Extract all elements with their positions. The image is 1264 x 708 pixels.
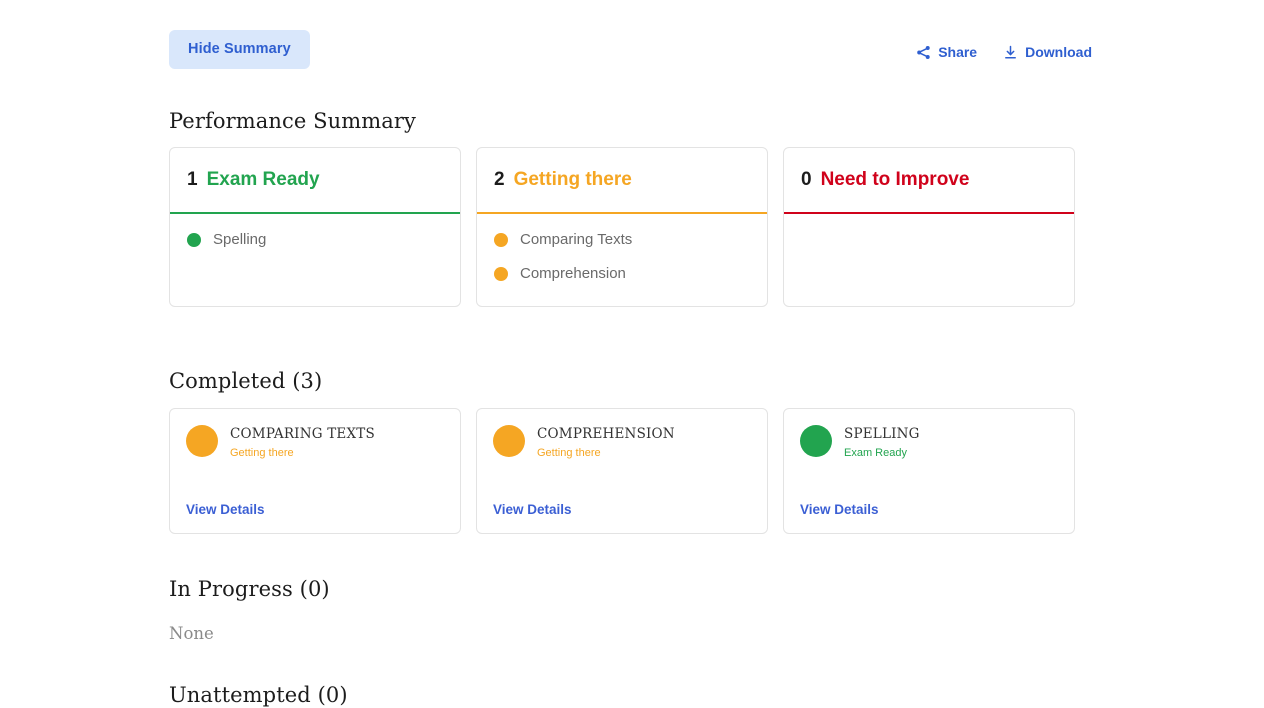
download-icon bbox=[1003, 45, 1018, 60]
share-label: Share bbox=[938, 44, 978, 60]
subject-card-header: COMPREHENSION Getting there bbox=[493, 425, 751, 459]
summary-label: Need to Improve bbox=[820, 169, 970, 190]
subject-card-meta: COMPREHENSION Getting there bbox=[537, 425, 675, 459]
summary-label: Exam Ready bbox=[206, 169, 320, 190]
view-details-link[interactable]: View Details bbox=[800, 502, 879, 517]
performance-summary-heading: Performance Summary bbox=[169, 109, 416, 133]
in-progress-heading: In Progress (0) bbox=[169, 577, 330, 601]
summary-card-header: 0 Need to Improve bbox=[784, 148, 1074, 214]
summary-card-header: 1 Exam Ready bbox=[170, 148, 460, 214]
view-details-link[interactable]: View Details bbox=[186, 502, 265, 517]
subject-title: COMPREHENSION bbox=[537, 426, 675, 442]
subject-title: COMPARING TEXTS bbox=[230, 426, 375, 442]
page-content: Hide Summary Share Download Performance … bbox=[169, 0, 1169, 707]
hide-summary-button[interactable]: Hide Summary bbox=[169, 30, 310, 69]
status-dot-icon bbox=[494, 266, 508, 281]
status-badge: Getting there bbox=[537, 446, 601, 459]
view-details-link[interactable]: View Details bbox=[493, 502, 572, 517]
subject-card-comprehension[interactable]: COMPREHENSION Getting there View Details bbox=[476, 408, 768, 534]
summary-count: 0 bbox=[801, 169, 812, 190]
summary-label: Getting there bbox=[513, 169, 632, 190]
summary-card-exam-ready: 1 Exam Ready Spelling bbox=[169, 147, 461, 307]
summary-count: 1 bbox=[187, 169, 198, 190]
download-label: Download bbox=[1025, 44, 1092, 60]
status-dot-icon bbox=[494, 232, 508, 247]
unattempted-heading: Unattempted (0) bbox=[169, 683, 348, 707]
list-item: Comparing Texts bbox=[494, 231, 750, 248]
toolbar: Hide Summary Share Download bbox=[169, 0, 1169, 96]
list-item: Spelling bbox=[187, 231, 443, 248]
subject-name: Comprehension bbox=[520, 265, 626, 282]
summary-card-getting-there: 2 Getting there Comparing Texts Comprehe… bbox=[476, 147, 768, 307]
performance-summary-cards: 1 Exam Ready Spelling 2 Getting there Co… bbox=[169, 147, 1075, 307]
avatar bbox=[186, 425, 218, 457]
avatar bbox=[800, 425, 832, 457]
subject-name: Comparing Texts bbox=[520, 231, 633, 248]
avatar bbox=[493, 425, 525, 457]
completed-cards: COMPARING TEXTS Getting there View Detai… bbox=[169, 408, 1075, 534]
download-button[interactable]: Download bbox=[1003, 44, 1092, 60]
summary-card-header: 2 Getting there bbox=[477, 148, 767, 214]
subject-title: SPELLING bbox=[844, 426, 920, 442]
summary-card-body: Comparing Texts Comprehension bbox=[477, 214, 767, 306]
report-page: Hide Summary Share Download Performance … bbox=[0, 0, 1264, 708]
summary-card-need-to-improve: 0 Need to Improve bbox=[783, 147, 1075, 307]
subject-name: Spelling bbox=[213, 231, 267, 248]
subject-card-meta: COMPARING TEXTS Getting there bbox=[230, 425, 375, 459]
in-progress-empty-text: None bbox=[169, 624, 214, 643]
summary-card-body bbox=[784, 214, 1074, 306]
share-icon bbox=[916, 45, 931, 60]
list-item: Comprehension bbox=[494, 265, 750, 282]
subject-card-header: SPELLING Exam Ready bbox=[800, 425, 1058, 459]
status-badge: Exam Ready bbox=[844, 446, 907, 459]
summary-count: 2 bbox=[494, 169, 505, 190]
toolbar-actions: Share Download bbox=[916, 44, 1092, 60]
subject-card-header: COMPARING TEXTS Getting there bbox=[186, 425, 444, 459]
completed-heading: Completed (3) bbox=[169, 369, 323, 393]
subject-card-spelling[interactable]: SPELLING Exam Ready View Details bbox=[783, 408, 1075, 534]
status-badge: Getting there bbox=[230, 446, 294, 459]
subject-card-meta: SPELLING Exam Ready bbox=[844, 425, 920, 459]
share-button[interactable]: Share bbox=[916, 44, 977, 60]
summary-card-body: Spelling bbox=[170, 214, 460, 306]
status-dot-icon bbox=[187, 232, 201, 247]
subject-card-comparing-texts[interactable]: COMPARING TEXTS Getting there View Detai… bbox=[169, 408, 461, 534]
